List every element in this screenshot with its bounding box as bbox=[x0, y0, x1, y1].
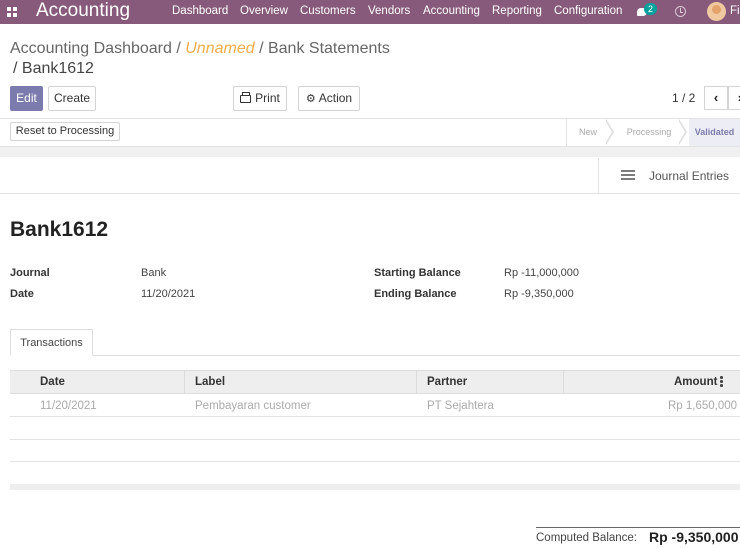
top-navbar: Accounting Dashboard Overview Customers … bbox=[0, 0, 740, 24]
print-label: Print bbox=[255, 91, 280, 105]
column-date[interactable]: Date bbox=[40, 371, 65, 393]
chevron-left-icon: ‹ bbox=[713, 90, 719, 105]
journal-label: Journal bbox=[10, 267, 50, 279]
chat-badge: 2 bbox=[644, 3, 657, 15]
nav-customers[interactable]: Customers bbox=[300, 0, 356, 22]
nav-accounting[interactable]: Accounting bbox=[423, 0, 480, 22]
reset-to-processing-button[interactable]: Reset to Processing bbox=[10, 122, 120, 141]
divider bbox=[0, 193, 740, 194]
printer-icon bbox=[240, 92, 252, 103]
breadcrumb-separator: / bbox=[176, 40, 181, 57]
computed-balance-value: Rp -9,350,000 bbox=[649, 529, 739, 545]
column-divider bbox=[184, 371, 185, 393]
stage-validated[interactable]: Validated bbox=[689, 119, 740, 146]
breadcrumb-separator: / bbox=[259, 40, 264, 57]
stage-new[interactable]: New bbox=[567, 119, 609, 146]
starting-balance-label: Starting Balance bbox=[374, 267, 461, 279]
column-divider bbox=[416, 371, 417, 393]
date-value: 11/20/2021 bbox=[141, 288, 196, 300]
user-name[interactable]: Fi bbox=[730, 0, 740, 22]
computed-balance: Computed Balance: Rp -9,350,000 bbox=[536, 527, 740, 547]
chat-icon[interactable]: 2 bbox=[637, 3, 659, 19]
table-header: Date Label Partner Amount bbox=[10, 370, 740, 394]
print-button[interactable]: Print bbox=[233, 86, 287, 111]
status-bar: Reset to Processing New Processing Valid… bbox=[0, 119, 740, 146]
ending-balance-value: Rp -9,350,000 bbox=[504, 288, 574, 300]
nav-configuration[interactable]: Configuration bbox=[554, 0, 622, 22]
row-label: Pembayaran customer bbox=[195, 400, 311, 412]
sheet-background bbox=[0, 147, 740, 157]
row-date: 11/20/2021 bbox=[40, 400, 97, 412]
apps-grid-icon[interactable] bbox=[7, 7, 17, 17]
gear-icon: ⚙ bbox=[305, 93, 316, 105]
column-label[interactable]: Label bbox=[195, 371, 225, 393]
edit-button[interactable]: Edit bbox=[10, 86, 43, 111]
column-divider bbox=[563, 371, 564, 393]
computed-balance-label: Computed Balance: bbox=[536, 532, 638, 544]
stage-processing[interactable]: Processing bbox=[616, 119, 682, 146]
action-label: Action bbox=[318, 91, 353, 105]
journal-entries-label: Journal Entries bbox=[649, 169, 730, 183]
pager-counter[interactable]: 1 / 2 bbox=[672, 91, 695, 105]
tab-underline bbox=[10, 355, 740, 356]
breadcrumb: Accounting Dashboard / Unnamed / Bank St… bbox=[10, 39, 430, 79]
journal-value[interactable]: Bank bbox=[141, 267, 166, 279]
ending-balance-label: Ending Balance bbox=[374, 288, 457, 300]
nav-vendors[interactable]: Vendors bbox=[368, 0, 410, 22]
nav-dashboard[interactable]: Dashboard bbox=[172, 0, 228, 22]
app-brand[interactable]: Accounting bbox=[36, 0, 130, 22]
list-icon bbox=[621, 170, 635, 180]
breadcrumb-unnamed[interactable]: Unnamed bbox=[185, 40, 254, 57]
journal-entries-button[interactable]: Journal Entries bbox=[598, 158, 740, 193]
row-divider bbox=[10, 461, 740, 462]
row-divider bbox=[10, 416, 740, 417]
breadcrumb-bank-statements[interactable]: Bank Statements bbox=[268, 40, 390, 57]
column-partner[interactable]: Partner bbox=[427, 371, 467, 393]
tab-transactions[interactable]: Transactions bbox=[10, 329, 93, 356]
action-button[interactable]: ⚙ Action bbox=[298, 86, 360, 111]
row-partner: PT Sejahtera bbox=[427, 400, 494, 412]
stage-chevron bbox=[605, 119, 614, 145]
row-divider bbox=[10, 439, 740, 440]
table-footer bbox=[10, 484, 740, 490]
date-label: Date bbox=[10, 288, 34, 300]
breadcrumb-accounting-dashboard[interactable]: Accounting Dashboard bbox=[10, 40, 172, 57]
stage-chevron bbox=[678, 119, 687, 145]
user-avatar[interactable] bbox=[707, 2, 726, 21]
record-title: Bank1612 bbox=[10, 218, 109, 241]
breadcrumb-current: / Bank1612 bbox=[13, 60, 94, 77]
nav-overview[interactable]: Overview bbox=[240, 0, 288, 22]
create-button[interactable]: Create bbox=[48, 86, 96, 111]
nav-reporting[interactable]: Reporting bbox=[492, 0, 542, 22]
row-amount: Rp 1,650,000 bbox=[668, 400, 738, 412]
pager-next-button[interactable]: › bbox=[728, 86, 740, 110]
column-amount[interactable]: Amount bbox=[674, 371, 717, 393]
pager-previous-button[interactable]: ‹ bbox=[704, 86, 728, 110]
starting-balance-value: Rp -11,000,000 bbox=[504, 267, 580, 279]
column-options-icon[interactable] bbox=[720, 376, 723, 387]
clock-icon[interactable] bbox=[675, 6, 686, 17]
